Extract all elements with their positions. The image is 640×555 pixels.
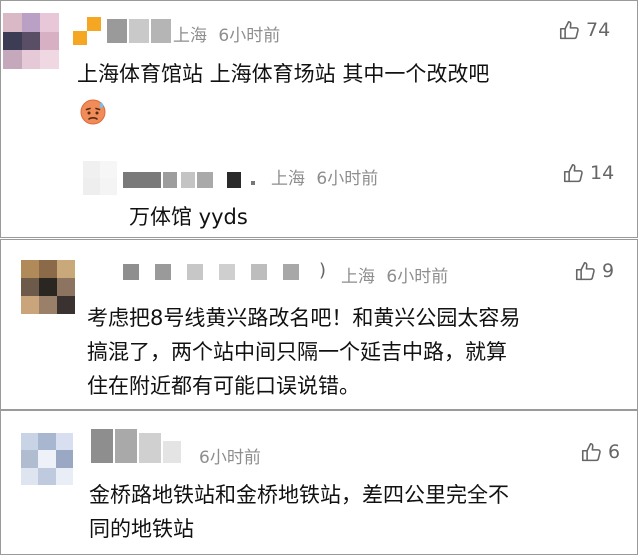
reply-text: 万体馆 yyds [129, 205, 248, 229]
timestamp: 6小时前 [199, 448, 261, 468]
like-button[interactable]: 6 [581, 441, 620, 463]
comment-card: 6小时前 6 金桥路地铁站和金桥地铁站，差四公里完全不 同的地铁站 [0, 410, 638, 555]
reply-meta: 上海 6小时前 [271, 164, 378, 189]
reply-timestamp: 6小时前 [316, 169, 379, 189]
comment-text-line: 搞混了，两个站中间只隔一个延吉中路，就算 [87, 340, 507, 364]
location: 上海 [341, 267, 375, 287]
thumbs-up-icon [575, 261, 595, 280]
avatar[interactable] [21, 433, 73, 485]
like-count: 9 [602, 260, 615, 282]
reply-location: 上海 [271, 169, 305, 189]
timestamp: 6小时前 [386, 267, 449, 287]
username[interactable] [91, 427, 191, 467]
comment-meta: 上海 6小时前 [341, 262, 448, 287]
comment-text-line: 考虑把8号线黄兴路改名吧！和黄兴公园太容易 [87, 306, 521, 330]
timestamp: 6小时前 [218, 26, 281, 46]
username[interactable]: ) [123, 260, 335, 284]
reply-like-count: 14 [590, 162, 615, 184]
comment-text: 上海体育馆站 上海体育场站 其中一个改改吧 [77, 62, 490, 86]
location: 上海 [173, 26, 207, 46]
comment-card: 上海 6小时前 74 上海体育馆站 上海体育场站 其中一个改改吧 上海 6小时前… [0, 0, 638, 238]
avatar[interactable] [21, 260, 75, 314]
thumbs-up-icon [563, 163, 583, 182]
reply-like-button[interactable]: 14 [563, 162, 614, 184]
thumbs-up-icon [559, 20, 579, 39]
sweat-face-icon [80, 99, 106, 125]
comment-card: ) 上海 6小时前 9 考虑把8号线黄兴路改名吧！和黄兴公园太容易 搞混了，两个… [0, 239, 638, 410]
reply-username[interactable] [123, 169, 265, 191]
comment-text-line: 金桥路地铁站和金桥地铁站，差四公里完全不 [89, 483, 509, 507]
thumbs-up-icon [581, 442, 601, 461]
reply-avatar[interactable] [83, 161, 117, 195]
avatar[interactable] [3, 13, 59, 69]
comment-text-line: 住在附近都有可能口误说错。 [87, 374, 360, 398]
like-count: 74 [586, 19, 611, 41]
comment-feed: 上海 6小时前 74 上海体育馆站 上海体育场站 其中一个改改吧 上海 6小时前… [0, 0, 640, 555]
like-button[interactable]: 9 [575, 260, 614, 282]
like-button[interactable]: 74 [559, 19, 610, 41]
like-count: 6 [608, 441, 621, 463]
comment-meta: 6小时前 [199, 443, 261, 468]
comment-meta: 上海 6小时前 [173, 21, 280, 46]
username[interactable] [73, 13, 173, 49]
comment-text-line: 同的地铁站 [89, 517, 194, 541]
